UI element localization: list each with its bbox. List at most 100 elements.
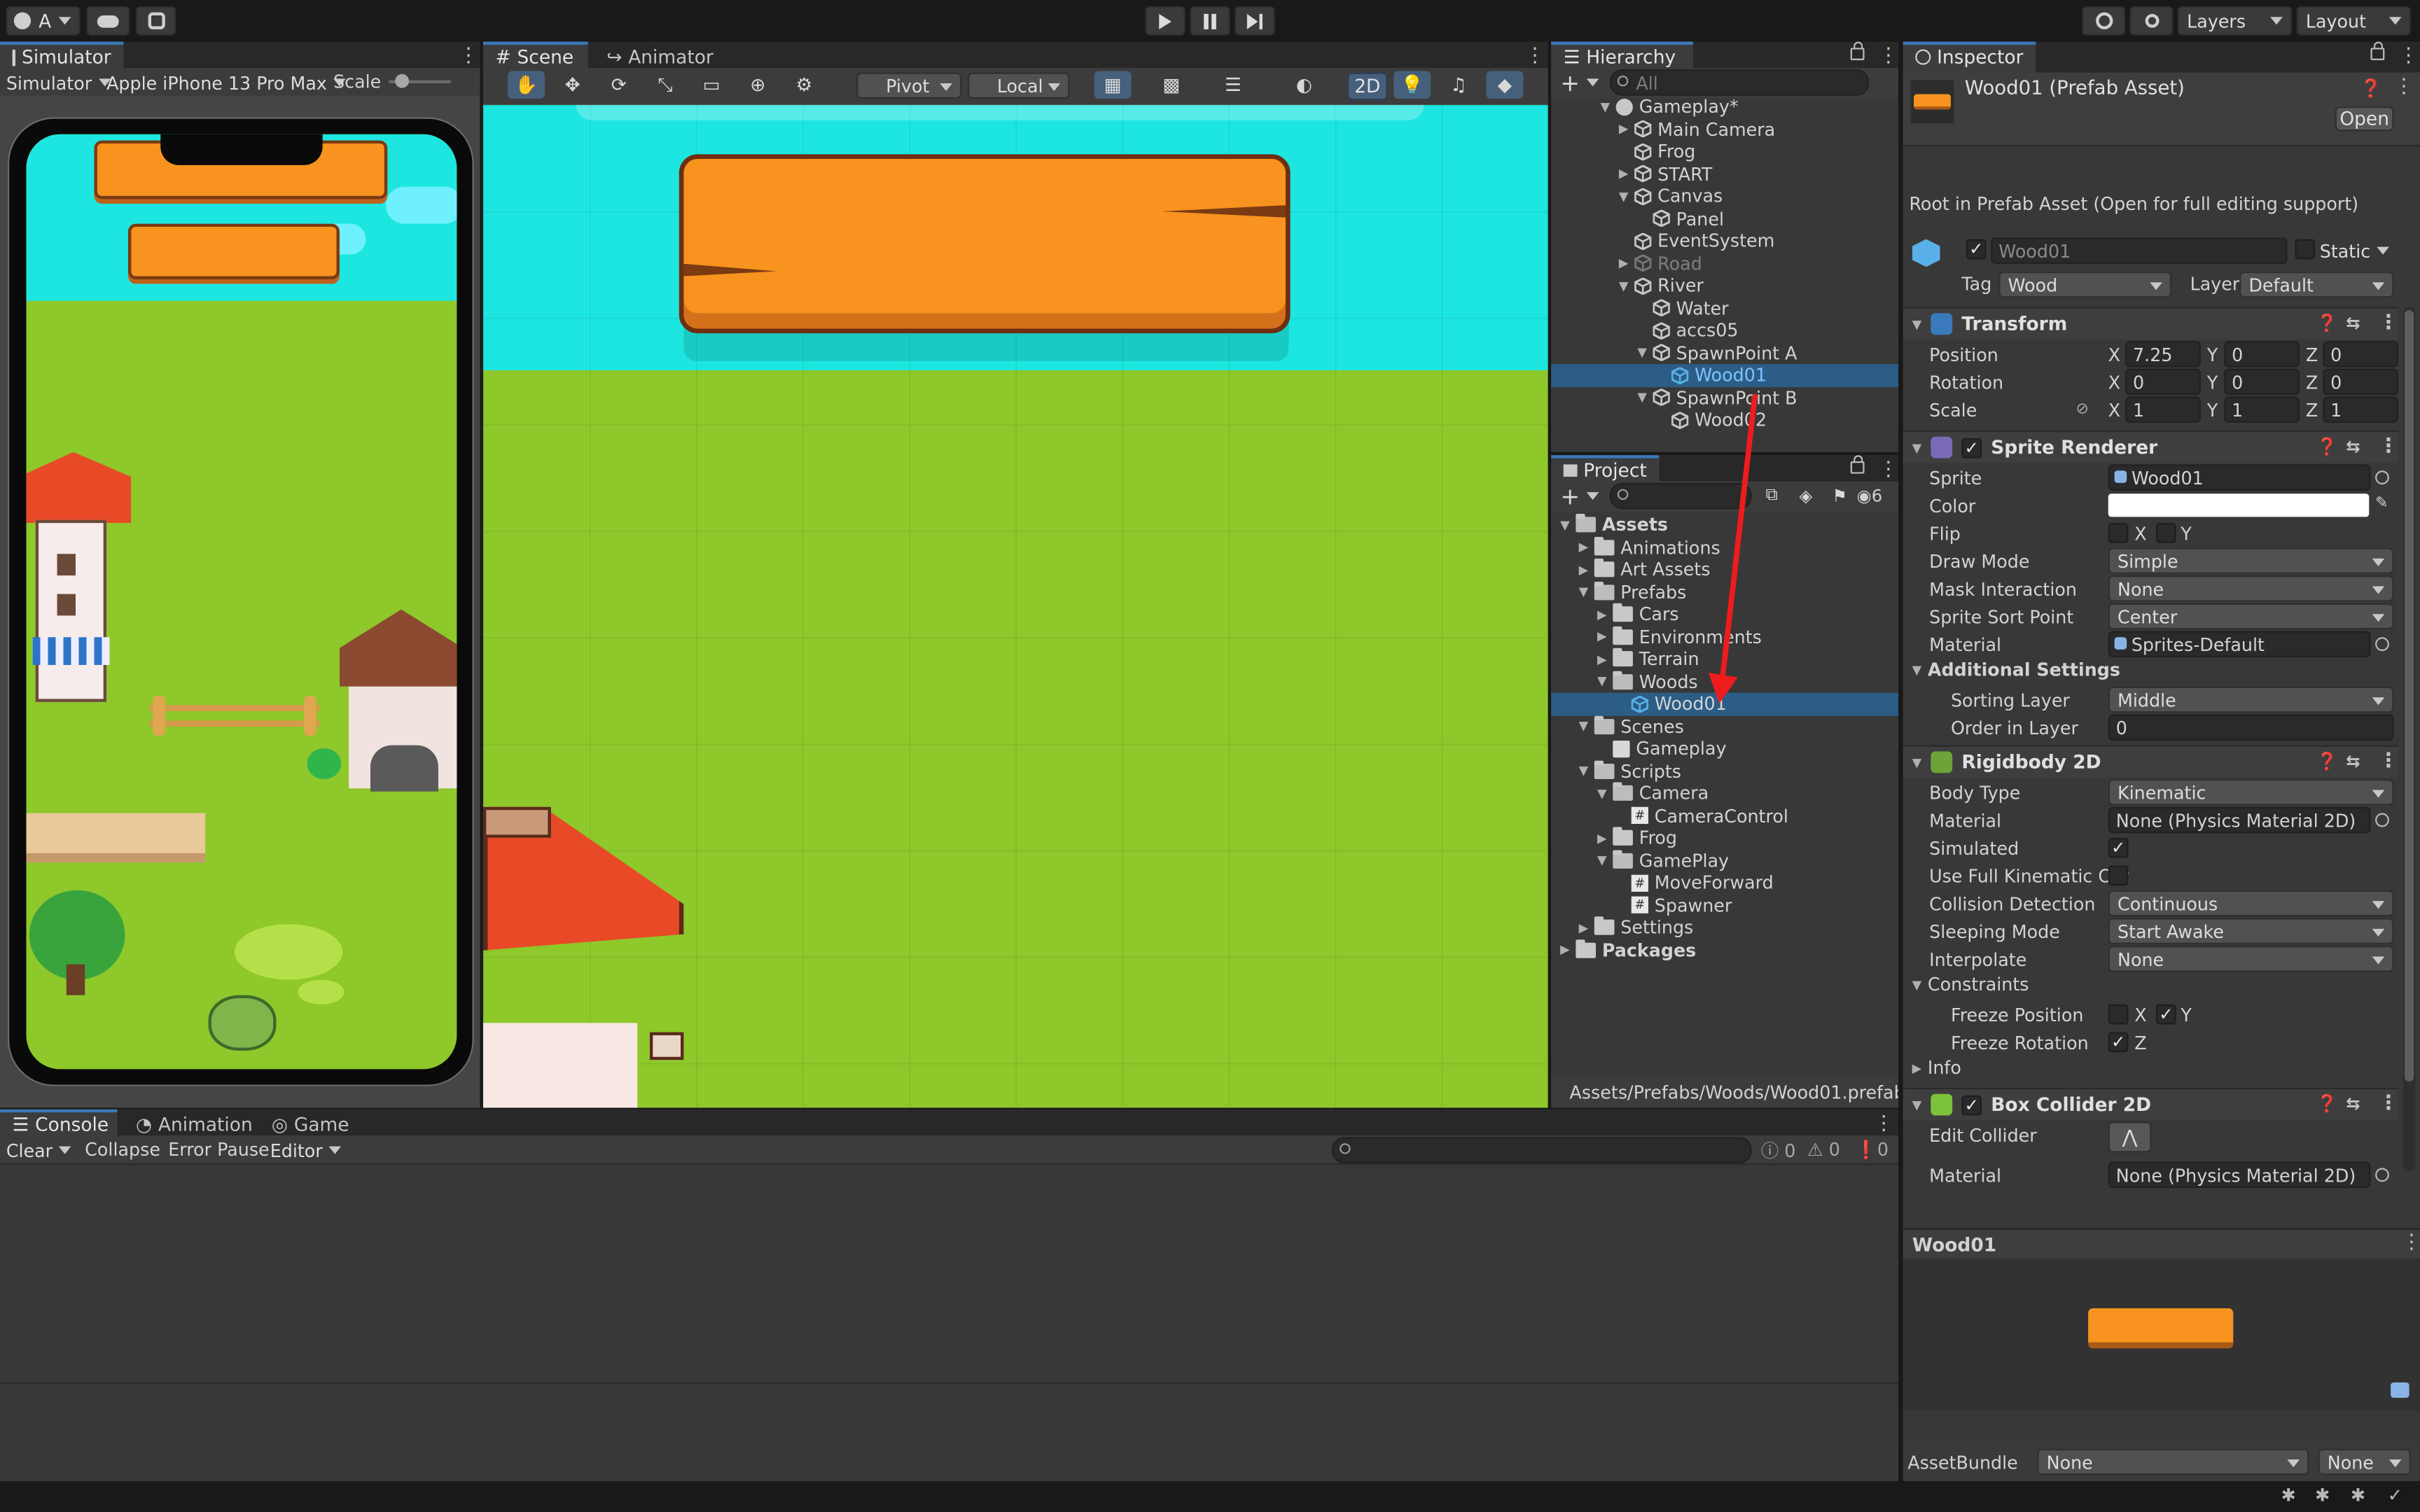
freeze-position-y-checkbox[interactable]: ✓ [2156,1004,2176,1025]
layer-dropdown[interactable]: Default [2239,271,2394,298]
object-picker-icon[interactable] [2375,1168,2389,1182]
hierarchy-item[interactable]: Wood02 [1551,409,1898,431]
tag-dropdown[interactable]: Wood [1998,271,2172,298]
project-item[interactable]: ▶ Art Assets [1551,559,1898,581]
mask-interaction-dropdown[interactable]: None [2108,575,2394,602]
asset-variant-dropdown[interactable]: None [2318,1448,2411,1476]
project-item[interactable]: ▶ Frog [1551,827,1898,849]
active-checkbox[interactable]: ✓ [1966,239,1987,260]
more-icon[interactable]: ⋮ [1878,459,1898,482]
component-enabled-checkbox[interactable]: ✓ [1961,437,1982,458]
project-item[interactable]: # Spawner [1551,894,1898,916]
expand-open-icon[interactable]: ▼ [1634,346,1650,360]
info-foldout[interactable]: ▶ Info [1909,1057,1961,1079]
expand-closed-icon[interactable]: ▶ [1594,630,1610,644]
expand-open-icon[interactable]: ▼ [1909,440,1924,454]
search-by-label-button[interactable]: ◈ [1790,482,1821,510]
more-icon[interactable]: ⋮ [2394,76,2414,99]
error-pause-toggle[interactable]: Error Pause [168,1139,269,1161]
network-icon[interactable]: ✱ [2351,1484,2365,1506]
full-kinematic-checkbox[interactable] [2108,865,2129,886]
expand-open-icon[interactable]: ▼ [1594,787,1610,801]
expand-closed-icon[interactable]: ▶ [1616,167,1632,181]
more-icon[interactable]: ⋮ [2378,1093,2398,1116]
object-picker-icon[interactable] [2375,813,2389,827]
project-item[interactable]: ▶ Cars [1551,603,1898,626]
expand-closed-icon[interactable]: ▶ [1557,943,1573,957]
custom-tool-button[interactable]: ⚙ [786,71,823,99]
2d-toggle[interactable]: 2D [1347,72,1388,101]
scale-field-y[interactable]: 1 [2224,396,2300,423]
preset-icon[interactable]: ⇆ [2346,437,2360,458]
expand-closed-icon[interactable] [1653,413,1669,427]
simulated-checkbox[interactable]: ✓ [2108,837,2129,858]
expand-closed-icon[interactable]: ▶ [1616,122,1632,136]
constrain-proportions-icon[interactable]: ⊘ [2075,401,2088,418]
material-field[interactable]: Sprites-Default [2108,631,2371,657]
pause-button[interactable] [1190,6,1230,36]
move-tool-button[interactable]: ✥ [554,71,591,99]
hierarchy-item[interactable]: ▼ Canvas [1551,185,1898,207]
step-button[interactable] [1235,6,1275,36]
project-item[interactable]: ▼ Scripts [1551,760,1898,783]
more-icon[interactable]: ⋮ [2378,312,2398,335]
increment-snap-button[interactable]: ▩ [1153,71,1190,99]
expand-closed-icon[interactable] [1634,323,1650,337]
hierarchy-item[interactable]: EventSystem [1551,230,1898,252]
expand-closed-icon[interactable] [1613,808,1628,822]
project-item[interactable]: ▼ Assets [1551,514,1898,536]
expand-closed-icon[interactable] [1613,898,1628,912]
project-item[interactable]: ▼ Camera [1551,782,1898,804]
expand-closed-icon[interactable] [1613,876,1628,890]
info-count-toggle[interactable]: ⓘ 0 [1761,1139,1796,1163]
expand-open-icon[interactable]: ▼ [1909,1098,1924,1112]
project-item[interactable]: ▼ Scenes [1551,715,1898,738]
history-button[interactable] [2082,6,2126,36]
sleeping-mode-dropdown[interactable]: Start Awake [2108,918,2394,944]
help-icon[interactable]: ❓ [2316,437,2337,458]
scale-field-z[interactable]: 1 [2323,396,2399,423]
interpolate-dropdown[interactable]: None [2108,946,2394,972]
object-picker-icon[interactable] [2375,470,2389,485]
hierarchy-item[interactable]: ▼ SpawnPoint B [1551,386,1898,409]
expand-open-icon[interactable]: ▼ [1616,190,1632,204]
hierarchy-item[interactable]: ▼ SpawnPoint A [1551,342,1898,364]
component-header[interactable]: ▼ Transform ❓ ⇆ ⋮ [1903,307,2399,340]
additional-settings-foldout[interactable]: ▼ Additional Settings [1909,659,2120,681]
audio-toggle[interactable]: ♫ [1440,71,1477,99]
flip-y-checkbox[interactable] [2156,523,2176,543]
align-button[interactable]: ☰ [1215,71,1252,99]
lock-icon[interactable] [1850,455,1865,474]
expand-closed-icon[interactable] [1613,697,1628,711]
constraints-foldout[interactable]: ▼ Constraints [1909,974,2029,996]
rotate-tool-button[interactable]: ⟳ [600,71,637,99]
progress-icon[interactable]: ✱ [2281,1484,2296,1506]
label-icon[interactable] [2391,1382,2409,1398]
pivot-dropdown[interactable]: Pivot [856,72,962,99]
hierarchy-item[interactable]: Wood01 [1551,364,1899,387]
more-icon[interactable]: ⋮ [1874,1113,1894,1135]
expand-closed-icon[interactable]: ▶ [1616,256,1632,270]
hierarchy-item[interactable]: Panel [1551,207,1898,230]
hierarchy-item[interactable]: accs05 [1551,319,1898,342]
bug-icon[interactable]: ✱ [2315,1484,2330,1506]
hierarchy-item[interactable]: Water [1551,297,1898,319]
expand-open-icon[interactable]: ▼ [1634,391,1650,405]
play-button[interactable] [1145,6,1185,36]
scale-slider-knob[interactable] [394,74,408,88]
project-item[interactable]: ▼ Prefabs [1551,581,1898,603]
component-header[interactable]: ▼ ✓ Sprite Renderer ❓ ⇆ ⋮ [1903,430,2399,463]
sprite-sort-point-dropdown[interactable]: Center [2108,603,2394,630]
effects-toggle[interactable]: ◆ [1486,71,1524,99]
expand-open-icon[interactable]: ▼ [1597,100,1613,114]
simulator-mode-dropdown[interactable]: Simulator [6,69,111,95]
project-item[interactable]: # MoveForward [1551,872,1898,894]
project-item[interactable]: ▼ Woods [1551,671,1898,693]
sorting-layer-dropdown[interactable]: Middle [2108,686,2394,713]
project-item[interactable]: ▶ Settings [1551,916,1898,939]
expand-closed-icon[interactable] [1634,212,1650,226]
rotation-field-y[interactable]: 0 [2224,368,2300,396]
favorites-button[interactable]: ⚑ [1824,482,1855,510]
component-enabled-checkbox[interactable]: ✓ [1961,1094,1982,1115]
expand-closed-icon[interactable]: ▶ [1594,831,1610,845]
